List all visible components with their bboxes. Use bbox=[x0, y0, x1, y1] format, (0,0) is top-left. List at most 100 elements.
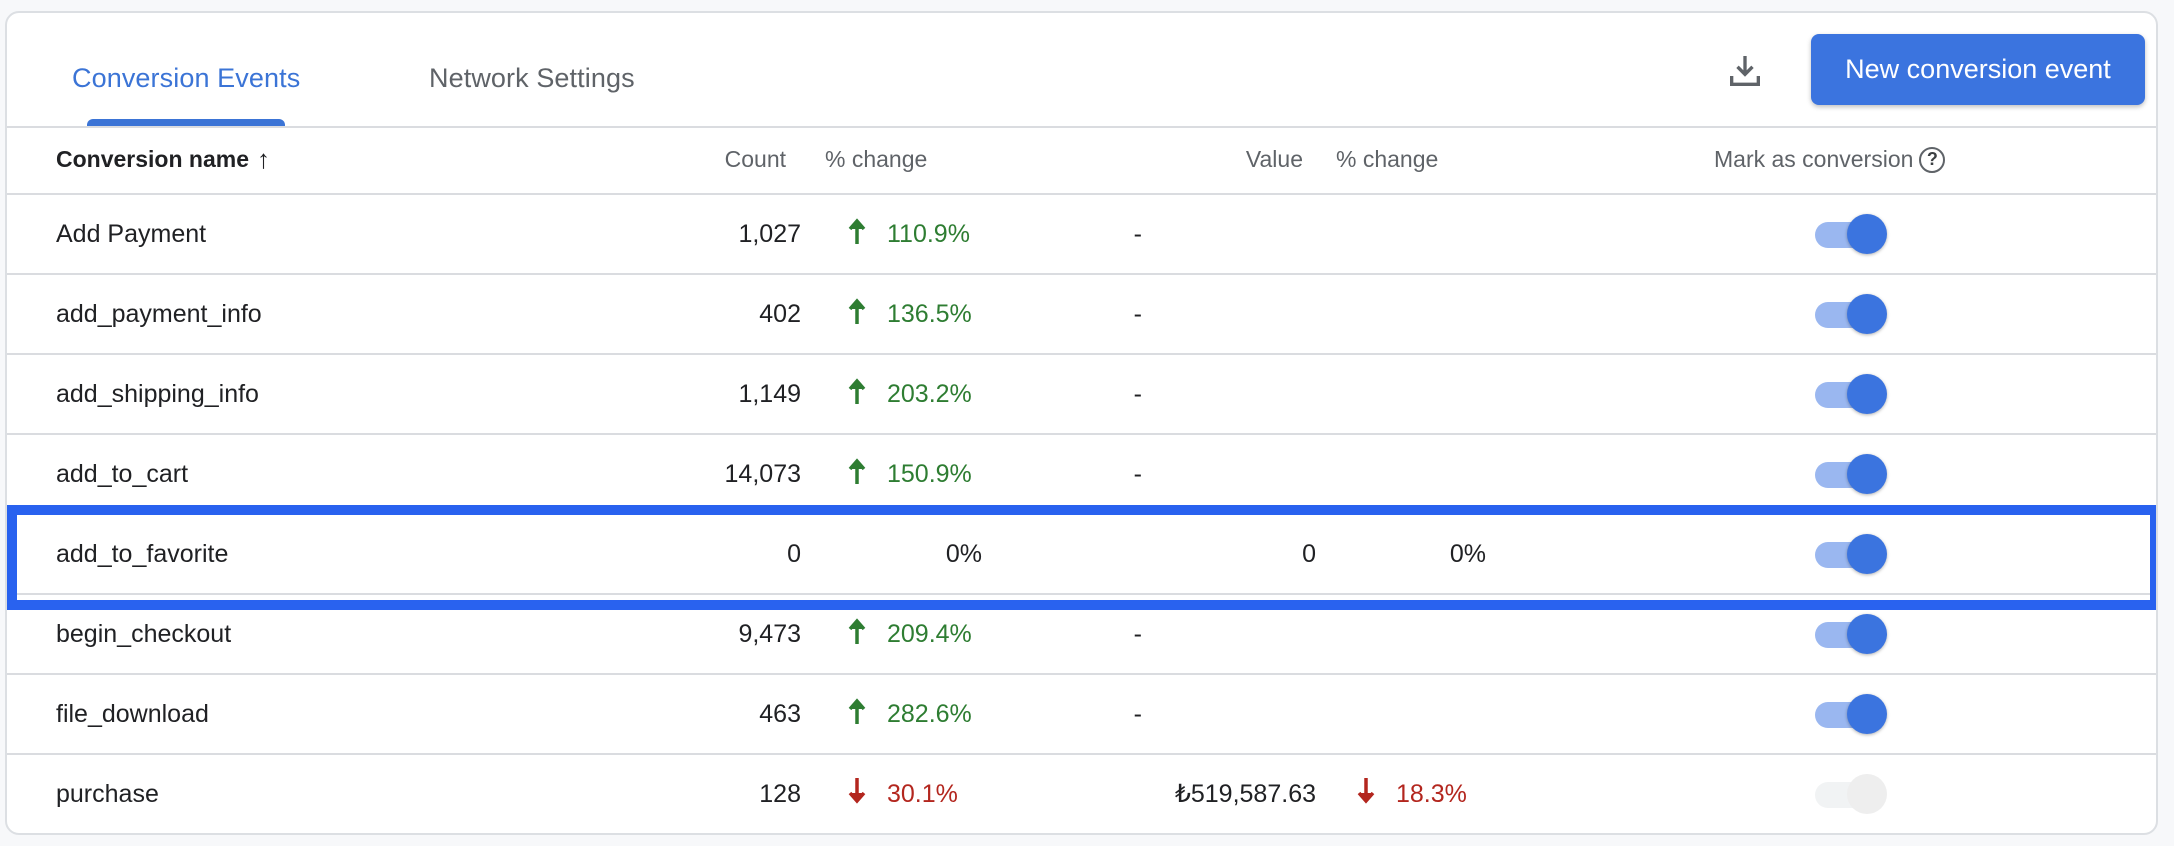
column-header-name-label: Conversion name bbox=[56, 146, 249, 172]
mark-as-conversion-toggle[interactable] bbox=[1815, 294, 1887, 334]
value-amount: - bbox=[1133, 699, 1142, 728]
value-amount: - bbox=[1133, 619, 1142, 648]
mark-as-conversion-cell bbox=[1815, 275, 1887, 353]
table-row[interactable]: Add Payment 1,027 110.9% - bbox=[7, 195, 2156, 275]
table-row[interactable]: file_download 463 282.6% - bbox=[7, 675, 2156, 755]
mark-as-conversion-cell bbox=[1815, 355, 1887, 433]
mark-as-conversion-toggle[interactable] bbox=[1815, 694, 1887, 734]
count-change: 203.2% bbox=[847, 355, 982, 433]
count-change-text: 203.2% bbox=[887, 379, 972, 408]
download-button[interactable] bbox=[1723, 49, 1767, 93]
mark-as-conversion-cell bbox=[1815, 755, 1887, 833]
value-change bbox=[1356, 595, 1486, 673]
count-change: 0% bbox=[945, 539, 982, 568]
count-change: 282.6% bbox=[847, 675, 982, 753]
conversion-name: add_payment_info bbox=[56, 299, 262, 328]
toggle-thumb bbox=[1847, 214, 1887, 254]
tab-network-settings[interactable]: Network Settings bbox=[429, 63, 635, 94]
table-header-row: Conversion name ↑ Count % change Value %… bbox=[7, 126, 2156, 195]
count-value: 14,073 bbox=[724, 459, 801, 488]
arrow-up-icon bbox=[847, 617, 867, 652]
value-change: 18.3% bbox=[1356, 755, 1486, 833]
value-change bbox=[1356, 275, 1486, 353]
mark-as-conversion-toggle[interactable] bbox=[1815, 774, 1887, 814]
value-amount: ₺519,587.63 bbox=[1174, 780, 1316, 808]
value-amount: - bbox=[1133, 459, 1142, 488]
arrow-up-icon bbox=[847, 697, 867, 732]
arrow-up-icon bbox=[847, 297, 867, 332]
toggle-thumb bbox=[1847, 294, 1887, 334]
toggle-thumb bbox=[1847, 374, 1887, 414]
mark-as-conversion-cell bbox=[1815, 675, 1887, 753]
value-change bbox=[1356, 195, 1486, 273]
mark-as-conversion-toggle[interactable] bbox=[1815, 454, 1887, 494]
count-change-text: 136.5% bbox=[887, 299, 972, 328]
value-change bbox=[1356, 675, 1486, 753]
conversion-name: add_to_favorite bbox=[56, 539, 229, 568]
column-header-value-change[interactable]: % change bbox=[1336, 126, 1466, 193]
mark-as-conversion-cell bbox=[1815, 435, 1887, 513]
table-row[interactable]: begin_checkout 9,473 209.4% - bbox=[7, 595, 2156, 675]
help-icon[interactable]: ? bbox=[1919, 146, 1946, 173]
tab-conversion-events[interactable]: Conversion Events bbox=[72, 63, 300, 94]
toggle-thumb bbox=[1847, 774, 1887, 814]
mark-as-conversion-cell bbox=[1815, 595, 1887, 673]
count-change-text: 110.9% bbox=[887, 219, 970, 248]
new-conversion-event-button[interactable]: New conversion event bbox=[1811, 34, 2145, 105]
tab-bar: Conversion Events Network Settings New c… bbox=[7, 13, 2156, 128]
count-change-text: 209.4% bbox=[887, 619, 972, 648]
arrow-up-icon bbox=[847, 377, 867, 412]
column-header-mark-as-conversion: Mark as conversion ? bbox=[1714, 126, 1946, 193]
count-value: 1,027 bbox=[738, 219, 801, 248]
column-header-count[interactable]: Count bbox=[725, 126, 786, 193]
count-change-text: 282.6% bbox=[887, 699, 972, 728]
value-change-text: 18.3% bbox=[1396, 779, 1467, 808]
table-row[interactable]: add_to_cart 14,073 150.9% - bbox=[7, 435, 2156, 515]
arrow-down-icon bbox=[1356, 777, 1376, 812]
toggle-thumb bbox=[1847, 694, 1887, 734]
count-change: 209.4% bbox=[847, 595, 982, 673]
value-amount: - bbox=[1133, 299, 1142, 328]
count-value: 1,149 bbox=[738, 379, 801, 408]
table-row[interactable]: add_to_favorite 0 0% 0 0% bbox=[7, 515, 2156, 595]
column-header-count-change[interactable]: % change bbox=[825, 126, 960, 193]
mark-as-conversion-cell bbox=[1815, 195, 1887, 273]
conversion-name: add_to_cart bbox=[56, 459, 189, 488]
count-value: 9,473 bbox=[738, 619, 801, 648]
value-change bbox=[1356, 355, 1486, 433]
conversion-name: purchase bbox=[56, 779, 159, 808]
value-change bbox=[1356, 435, 1486, 513]
table-row[interactable]: purchase 128 30.1% ₺519,587.63 18.3% bbox=[7, 755, 2156, 833]
conversion-events-card: Conversion Events Network Settings New c… bbox=[5, 11, 2158, 835]
active-tab-indicator bbox=[87, 119, 285, 126]
conversion-name: Add Payment bbox=[56, 219, 207, 248]
count-change-text: 150.9% bbox=[887, 459, 972, 488]
count-value: 402 bbox=[759, 299, 801, 328]
toggle-thumb bbox=[1847, 454, 1887, 494]
count-change: 136.5% bbox=[847, 275, 982, 353]
arrow-up-icon bbox=[847, 457, 867, 492]
mark-as-conversion-cell bbox=[1815, 515, 1887, 593]
count-change-text: 30.1% bbox=[887, 779, 958, 808]
column-header-mark-label: Mark as conversion bbox=[1714, 146, 1914, 172]
mark-as-conversion-toggle[interactable] bbox=[1815, 614, 1887, 654]
arrow-up-icon bbox=[847, 217, 867, 252]
mark-as-conversion-toggle[interactable] bbox=[1815, 374, 1887, 414]
conversions-table: Conversion name ↑ Count % change Value %… bbox=[7, 126, 2156, 833]
column-header-value[interactable]: Value bbox=[1246, 126, 1303, 193]
table-row[interactable]: add_shipping_info 1,149 203.2% - bbox=[7, 355, 2156, 435]
table-row[interactable]: add_payment_info 402 136.5% - bbox=[7, 275, 2156, 355]
count-change: 110.9% bbox=[847, 195, 982, 273]
mark-as-conversion-toggle[interactable] bbox=[1815, 534, 1887, 574]
conversion-name: file_download bbox=[56, 699, 209, 728]
mark-as-conversion-toggle[interactable] bbox=[1815, 214, 1887, 254]
column-header-name[interactable]: Conversion name ↑ bbox=[56, 126, 270, 193]
count-change: 150.9% bbox=[847, 435, 982, 513]
toggle-thumb bbox=[1847, 614, 1887, 654]
count-value: 463 bbox=[759, 699, 801, 728]
conversion-name: add_shipping_info bbox=[56, 379, 259, 408]
count-value: 128 bbox=[759, 779, 801, 808]
count-value: 0 bbox=[787, 539, 801, 568]
value-amount: - bbox=[1133, 379, 1142, 408]
arrow-down-icon bbox=[847, 777, 867, 812]
